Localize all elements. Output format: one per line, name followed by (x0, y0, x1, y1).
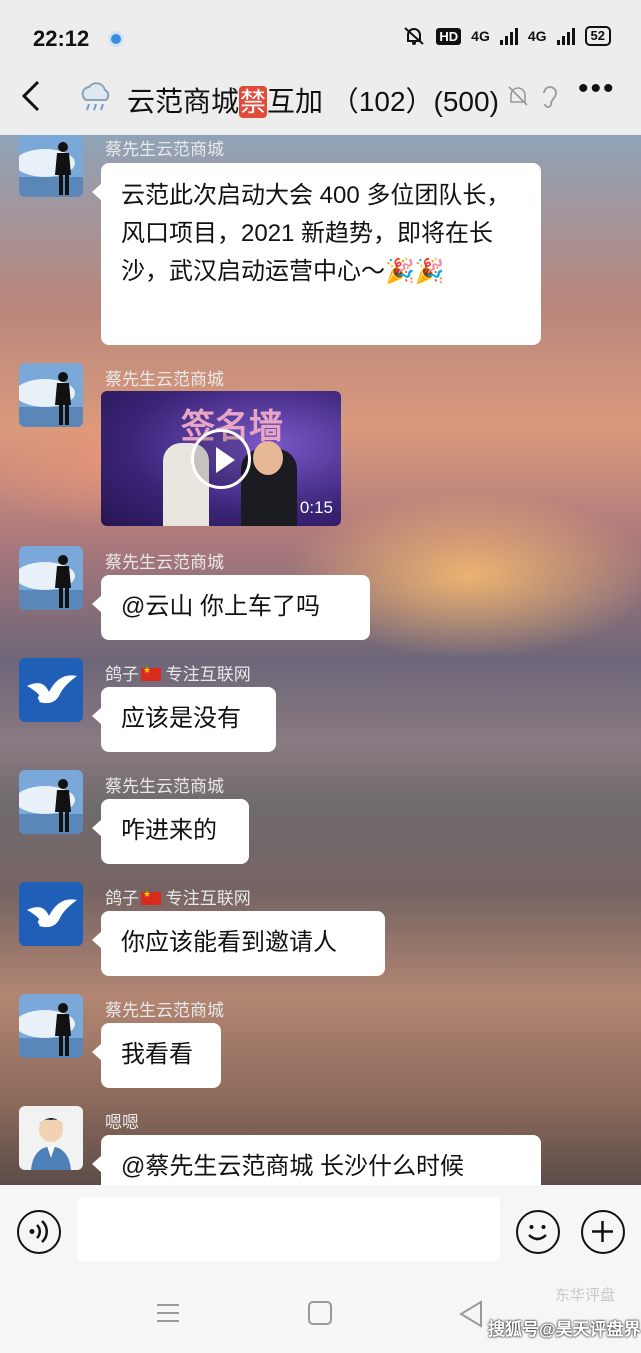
sender-name: 嗯嗯 (105, 1113, 139, 1132)
more-options-button[interactable]: ••• (578, 74, 614, 110)
avatar[interactable] (19, 770, 83, 834)
message-bubble[interactable]: @云山 你上车了吗 (92, 575, 370, 640)
mute-bell-icon (508, 86, 528, 106)
china-flag-icon (141, 889, 161, 905)
chat-area[interactable]: 蔡先生云范商城 云范此次启动大会 400 多位团队长，风口项目，2021 新趋势… (0, 135, 641, 1185)
sender-name: 蔡先生云范商城 (105, 553, 224, 572)
ban-badge: 禁 (239, 86, 268, 118)
avatar-dove-icon (19, 658, 83, 722)
avatar[interactable] (19, 1106, 83, 1170)
chat-title: 云范商城禁互加 （102）(500) (127, 80, 499, 120)
video-message[interactable]: 签名墙 0:15 (101, 391, 341, 526)
avatar-man-silhouette-icon (19, 994, 83, 1058)
ear-icon (543, 86, 557, 108)
chat-title-prefix: 云范商城 (127, 86, 240, 117)
message-bubble[interactable]: 你应该能看到邀请人 (92, 911, 385, 976)
plus-icon (592, 1221, 613, 1242)
avatar[interactable] (19, 546, 83, 610)
video-duration: 0:15 (299, 498, 333, 517)
message-bubble[interactable]: 我看看 (92, 1023, 221, 1088)
notification-dot-icon (108, 31, 124, 47)
sender-name: 蔡先生云范商城 (105, 370, 224, 389)
avatar[interactable] (19, 658, 83, 722)
sender-name-text: 鸽子 (105, 665, 139, 684)
avatar-man-silhouette-icon (19, 546, 83, 610)
hd-badge: HD (436, 27, 462, 45)
title-bar: 云范商城禁互加 （102）(500) ••• (0, 60, 641, 135)
emoji-button[interactable] (516, 1210, 560, 1254)
avatar-man-silhouette-icon (19, 363, 83, 427)
nav-back-icon[interactable] (458, 1300, 484, 1328)
voice-icon (29, 1220, 48, 1243)
sender-name-note: 专注互联网 (165, 665, 251, 684)
sender-name: 蔡先生云范商城 (105, 140, 224, 159)
battery-icon: 52 (584, 26, 611, 46)
watermark-line2: 搜狐号@昊天评盘界 (488, 1320, 641, 1339)
avatar-cartoon-man-icon (19, 1106, 83, 1170)
net-label-1: 4G (471, 28, 490, 44)
net-label-2: 4G (527, 28, 547, 44)
more-plus-button[interactable] (581, 1210, 625, 1254)
message-bubble[interactable]: 云范此次启动大会 400 多位团队长，风口项目，2021 新趋势，即将在长沙，武… (92, 163, 541, 345)
message-input[interactable] (77, 1197, 500, 1261)
status-icons: HD 4G 4G 52 (402, 26, 611, 46)
input-bar (0, 1185, 641, 1275)
avatar[interactable] (19, 363, 83, 427)
group-cloud-icon (81, 82, 110, 111)
voice-button[interactable] (17, 1210, 61, 1254)
avatar-man-silhouette-icon (19, 770, 83, 834)
smiley-icon (528, 1225, 547, 1241)
sender-name: 蔡先生云范商城 (105, 1001, 224, 1020)
message-bubble[interactable]: @蔡先生云范商城 长沙什么时候 (92, 1135, 541, 1185)
recent-apps-icon[interactable] (156, 1303, 180, 1323)
play-icon[interactable] (191, 429, 251, 489)
home-icon[interactable] (308, 1301, 332, 1325)
signal-icon (499, 27, 518, 45)
watermark-line1: 东华评盘 (555, 1287, 616, 1304)
system-nav-bar: 东华评盘 搜狐号@昊天评盘界 (0, 1275, 641, 1353)
signal-icon-2 (556, 27, 575, 45)
sender-name-note: 专注互联网 (165, 889, 251, 908)
message-bubble[interactable]: 应该是没有 (92, 687, 276, 752)
back-button[interactable] (18, 78, 48, 114)
avatar[interactable] (19, 994, 83, 1058)
sender-name: 鸽子 专注互联网 (105, 884, 251, 909)
mute-bell-status-icon (404, 27, 425, 45)
avatar[interactable] (19, 882, 83, 946)
sender-name-text: 鸽子 (105, 889, 139, 908)
sender-name: 蔡先生云范商城 (105, 777, 224, 796)
avatar-dove-icon (19, 882, 83, 946)
status-time: 22:12 (33, 26, 90, 51)
avatar-man-silhouette-icon (19, 135, 83, 197)
china-flag-icon (141, 665, 161, 681)
avatar[interactable] (19, 135, 83, 197)
message-bubble[interactable]: 咋进来的 (92, 799, 249, 864)
chat-title-suffix: 互加 （102）(500) (267, 86, 499, 117)
sender-name: 鸽子 专注互联网 (105, 660, 251, 685)
video-person-head (253, 441, 283, 475)
